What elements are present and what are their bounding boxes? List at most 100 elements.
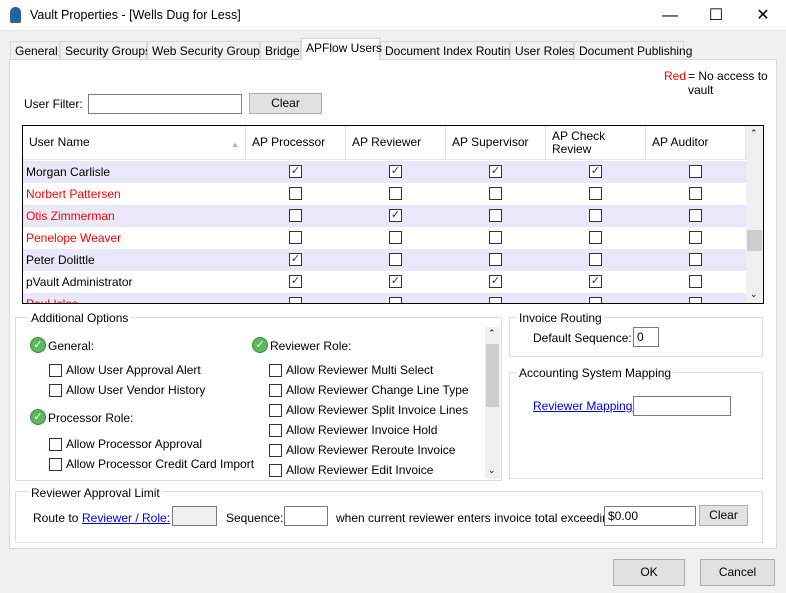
column-header[interactable]: AP Supervisor	[446, 126, 546, 160]
checkbox[interactable]	[49, 457, 62, 471]
role-checkbox[interactable]: ✓	[589, 165, 602, 178]
ok-button[interactable]: OK	[613, 559, 685, 586]
reviewer-mapping-input[interactable]	[633, 396, 731, 416]
role-checkbox[interactable]	[689, 209, 702, 222]
role-checkbox[interactable]	[589, 209, 602, 222]
options-scrollbar[interactable]: ⌃ ⌄	[485, 327, 500, 479]
role-checkbox[interactable]: ✓	[589, 275, 602, 288]
option-checkbox[interactable]: Allow User Approval Alert	[49, 363, 201, 377]
approval-clear-button[interactable]: Clear	[699, 505, 748, 526]
checkbox[interactable]	[269, 403, 282, 417]
role-checkbox[interactable]: ✓	[489, 165, 502, 178]
option-checkbox[interactable]: Allow Reviewer Change Line Type	[269, 383, 469, 397]
role-checkbox[interactable]	[589, 253, 602, 266]
filter-clear-button[interactable]: Clear	[249, 93, 322, 114]
scroll-thumb[interactable]	[747, 230, 762, 251]
checkbox[interactable]	[269, 383, 282, 397]
role-checkbox[interactable]: ✓	[489, 275, 502, 288]
role-checkbox[interactable]	[289, 297, 302, 303]
tab-bridge[interactable]: Bridge	[260, 41, 301, 60]
role-checkbox[interactable]: ✓	[289, 275, 302, 288]
option-checkbox[interactable]: Allow Processor Approval	[49, 437, 202, 451]
grid-scrollbar[interactable]: ⌃ ⌄	[746, 126, 763, 303]
tab-user-roles[interactable]: User Roles	[510, 41, 574, 60]
role-checkbox[interactable]	[489, 209, 502, 222]
table-row[interactable]: Morgan Carlisle ✓ ✓ ✓ ✓	[23, 161, 746, 183]
option-checkbox[interactable]: Allow Processor Credit Card Import	[49, 457, 254, 471]
checkbox[interactable]	[49, 383, 62, 397]
sequence-input[interactable]	[284, 506, 328, 526]
reviewer-role-link[interactable]: Reviewer / Role:	[82, 511, 170, 525]
option-checkbox[interactable]: Allow Reviewer Invoice Hold	[269, 423, 437, 437]
tab-security-groups[interactable]: Security Groups	[60, 41, 151, 60]
role-checkbox[interactable]: ✓	[289, 253, 302, 266]
table-row[interactable]: Otis Zimmerman ✓	[23, 205, 746, 227]
tab-web-security-groups[interactable]: Web Security Groups	[147, 41, 266, 60]
tab-document-index-routing[interactable]: Document Index Routing	[380, 41, 517, 60]
scroll-thumb[interactable]	[486, 344, 499, 407]
scroll-down-icon[interactable]: ⌄	[488, 465, 496, 476]
role-checkbox[interactable]	[289, 209, 302, 222]
role-checkbox[interactable]	[389, 253, 402, 266]
role-checkbox[interactable]	[489, 187, 502, 200]
role-checkbox[interactable]	[689, 231, 702, 244]
checkbox[interactable]	[49, 363, 62, 377]
role-checkbox[interactable]	[389, 297, 402, 303]
cancel-button[interactable]: Cancel	[700, 559, 775, 586]
role-checkbox[interactable]	[489, 231, 502, 244]
column-header[interactable]: AP Check Review	[546, 126, 646, 160]
role-checkbox[interactable]	[689, 187, 702, 200]
minimize-button[interactable]: —	[647, 0, 693, 31]
checkbox[interactable]	[269, 443, 282, 457]
role-checkbox[interactable]: ✓	[389, 275, 402, 288]
role-checkbox[interactable]	[289, 187, 302, 200]
option-checkbox[interactable]: Allow User Vendor History	[49, 383, 205, 397]
role-checkbox[interactable]: ✓	[389, 165, 402, 178]
close-button[interactable]: ✕	[740, 0, 786, 31]
tab-apflow-users[interactable]: APFlow Users	[301, 38, 382, 60]
role-checkbox[interactable]	[689, 297, 702, 303]
option-checkbox[interactable]: Allow Reviewer Reroute Invoice	[269, 443, 455, 457]
role-checkbox[interactable]	[489, 297, 502, 303]
table-row[interactable]: Penelope Weaver	[23, 227, 746, 249]
default-sequence-input[interactable]	[633, 327, 659, 347]
role-checkbox[interactable]	[589, 187, 602, 200]
scroll-up-icon[interactable]: ⌃	[750, 128, 758, 139]
role-checkbox[interactable]	[289, 231, 302, 244]
reviewer-mapping-link[interactable]: Reviewer Mapping:	[533, 399, 636, 413]
role-checkbox[interactable]: ✓	[389, 209, 402, 222]
role-checkbox[interactable]	[489, 253, 502, 266]
option-checkbox[interactable]: Allow Reviewer Split Invoice Lines	[269, 403, 468, 417]
option-checkbox[interactable]: Allow Reviewer Multi Select	[269, 363, 433, 377]
role-checkbox[interactable]	[389, 231, 402, 244]
checkbox[interactable]	[269, 363, 282, 377]
table-row[interactable]: Peter Dolittle ✓	[23, 249, 746, 271]
column-header[interactable]: User Name ▲	[23, 126, 246, 160]
role-checkbox[interactable]	[689, 165, 702, 178]
role-checkbox[interactable]	[589, 297, 602, 303]
maximize-button[interactable]: ☐	[693, 0, 739, 31]
checkbox[interactable]	[49, 437, 62, 451]
checkbox[interactable]	[269, 463, 282, 477]
reviewer-role-input[interactable]	[172, 506, 217, 526]
option-checkbox[interactable]: Allow Reviewer Edit Invoice	[269, 463, 433, 477]
user-name: Peter Dolittle	[26, 253, 95, 267]
user-filter-input[interactable]	[88, 94, 242, 114]
amount-input[interactable]	[604, 506, 696, 526]
table-row[interactable]: pVault Administrator ✓ ✓ ✓ ✓	[23, 271, 746, 293]
table-row[interactable]: Paul Islas	[23, 293, 746, 303]
checkbox[interactable]	[269, 423, 282, 437]
tab-document-publishing[interactable]: Document Publishing	[574, 41, 692, 60]
column-header[interactable]: AP Processor	[246, 126, 346, 160]
role-checkbox[interactable]	[589, 231, 602, 244]
tab-general[interactable]: General	[10, 41, 60, 60]
role-checkbox[interactable]	[689, 253, 702, 266]
role-checkbox[interactable]	[689, 275, 702, 288]
table-row[interactable]: Norbert Pattersen	[23, 183, 746, 205]
scroll-down-icon[interactable]: ⌄	[750, 289, 758, 300]
role-checkbox[interactable]	[389, 187, 402, 200]
scroll-up-icon[interactable]: ⌃	[488, 328, 496, 339]
column-header[interactable]: AP Reviewer	[346, 126, 446, 160]
role-checkbox[interactable]: ✓	[289, 165, 302, 178]
column-header[interactable]: AP Auditor	[646, 126, 746, 160]
